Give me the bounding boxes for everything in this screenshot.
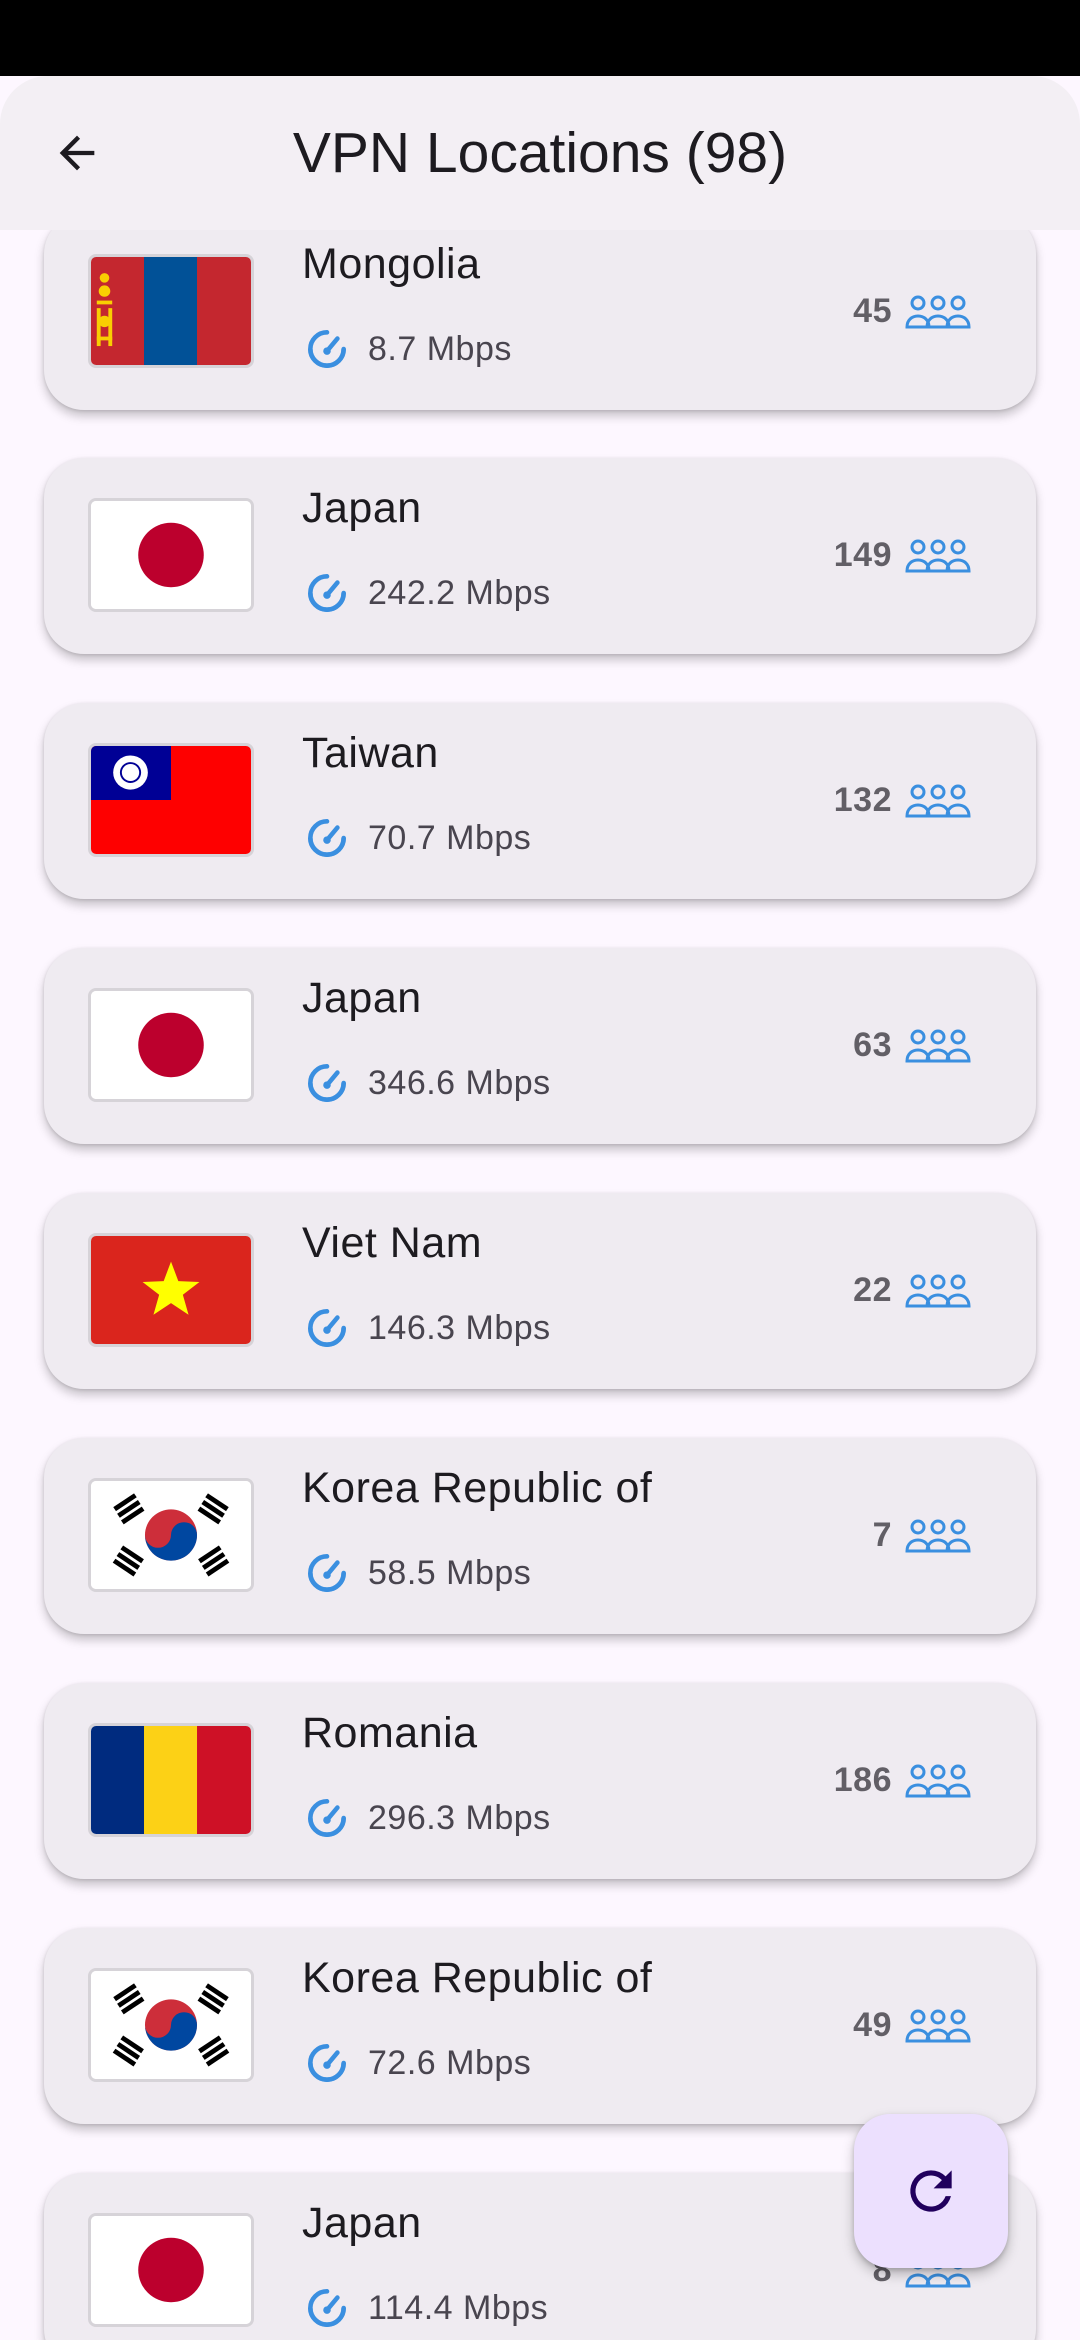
users-indicator: 49 xyxy=(853,2000,972,2050)
speed-row: 242.2 Mbps xyxy=(302,568,551,618)
flag-japan xyxy=(88,2213,254,2327)
users-indicator: 22 xyxy=(853,1265,972,1315)
users-count: 63 xyxy=(853,1025,892,1064)
speed-row: 114.4 Mbps xyxy=(302,2283,548,2333)
speed-value: 8.7 Mbps xyxy=(368,329,512,368)
speed-value: 146.3 Mbps xyxy=(368,1308,551,1347)
speed-value: 346.6 Mbps xyxy=(368,1063,551,1102)
group-icon xyxy=(905,295,971,329)
flag-japan xyxy=(88,498,254,612)
location-card[interactable]: Romania 296.3 Mbps 186 xyxy=(44,1683,1036,1879)
users-count: 186 xyxy=(833,1760,892,1799)
speedometer-icon xyxy=(308,1309,346,1347)
flag-romania xyxy=(88,1723,254,1837)
flag-korea xyxy=(88,1478,254,1592)
location-card[interactable]: Taiwan 70.7 Mbps 132 xyxy=(44,703,1036,899)
speedometer-icon xyxy=(308,1064,346,1102)
country-name: Romania xyxy=(302,1709,478,1757)
users-indicator: 149 xyxy=(834,530,972,580)
country-name: Japan xyxy=(302,974,422,1022)
users-count: 49 xyxy=(853,2005,892,2044)
flag-japan xyxy=(88,988,254,1102)
speedometer-icon xyxy=(308,1799,346,1837)
users-indicator: 132 xyxy=(834,775,972,825)
users-count: 22 xyxy=(853,1270,892,1309)
group-icon xyxy=(905,1274,971,1308)
speedometer-icon xyxy=(308,1554,346,1592)
status-bar xyxy=(0,0,1080,76)
country-name: Taiwan xyxy=(302,729,439,777)
speed-value: 242.2 Mbps xyxy=(368,573,551,612)
users-indicator: 45 xyxy=(853,286,972,336)
users-count: 149 xyxy=(833,535,892,574)
group-icon xyxy=(905,1029,971,1063)
location-card[interactable]: Viet Nam 146.3 Mbps 22 xyxy=(44,1193,1036,1389)
speedometer-icon xyxy=(308,819,346,857)
speed-value: 296.3 Mbps xyxy=(368,1798,551,1837)
country-name: Korea Republic of xyxy=(302,1464,653,1512)
users-count: 7 xyxy=(872,1515,892,1554)
refresh-icon xyxy=(910,2170,952,2212)
speedometer-icon xyxy=(308,2044,346,2082)
location-card[interactable]: Korea Republic of 72.6 Mbps 49 xyxy=(44,1928,1036,2124)
speedometer-icon xyxy=(308,330,346,368)
country-name: Japan xyxy=(302,2199,422,2247)
speedometer-icon xyxy=(308,2289,346,2327)
country-name: Viet Nam xyxy=(302,1219,483,1267)
speed-row: 58.5 Mbps xyxy=(302,1548,531,1598)
users-indicator: 63 xyxy=(853,1020,972,1070)
users-count: 132 xyxy=(833,780,892,819)
locations-list[interactable]: Mongolia 8.7 Mbps 45 Japan 242.2 Mbps 14… xyxy=(0,230,1080,2340)
users-indicator: 7 xyxy=(873,1510,972,1560)
refresh-button[interactable] xyxy=(854,2114,1008,2268)
location-card[interactable]: Korea Republic of 58.5 Mbps 7 xyxy=(44,1438,1036,1634)
speed-row: 346.6 Mbps xyxy=(302,1058,551,1108)
speedometer-icon xyxy=(308,574,346,612)
group-icon xyxy=(905,539,971,573)
flag-korea xyxy=(88,1968,254,2082)
speed-value: 72.6 Mbps xyxy=(368,2043,532,2082)
page-title: VPN Locations (98) xyxy=(292,121,788,185)
location-card[interactable]: Mongolia 8.7 Mbps 45 xyxy=(44,230,1036,410)
speed-row: 70.7 Mbps xyxy=(302,813,531,863)
flag-vietnam xyxy=(88,1233,254,1347)
country-name: Korea Republic of xyxy=(302,1954,653,2002)
app-bar: VPN Locations (98) xyxy=(0,76,1080,230)
group-icon xyxy=(905,1764,971,1798)
flag-taiwan xyxy=(88,743,254,857)
location-card[interactable]: Japan 242.2 Mbps 149 xyxy=(44,458,1036,654)
group-icon xyxy=(905,2009,971,2043)
users-indicator: 186 xyxy=(834,1755,972,1805)
speed-row: 72.6 Mbps xyxy=(302,2038,531,2088)
speed-value: 58.5 Mbps xyxy=(368,1553,532,1592)
country-name: Japan xyxy=(302,484,422,532)
location-card[interactable]: Japan 346.6 Mbps 63 xyxy=(44,948,1036,1144)
group-icon xyxy=(905,784,971,818)
speed-value: 70.7 Mbps xyxy=(368,818,532,857)
speed-row: 296.3 Mbps xyxy=(302,1793,551,1843)
users-count: 45 xyxy=(853,291,892,330)
flag-mongolia xyxy=(88,254,254,368)
speed-row: 146.3 Mbps xyxy=(302,1303,551,1353)
country-name: Mongolia xyxy=(302,240,481,288)
speed-row: 8.7 Mbps xyxy=(302,324,512,374)
group-icon xyxy=(905,1519,971,1553)
speed-value: 114.4 Mbps xyxy=(368,2288,549,2327)
